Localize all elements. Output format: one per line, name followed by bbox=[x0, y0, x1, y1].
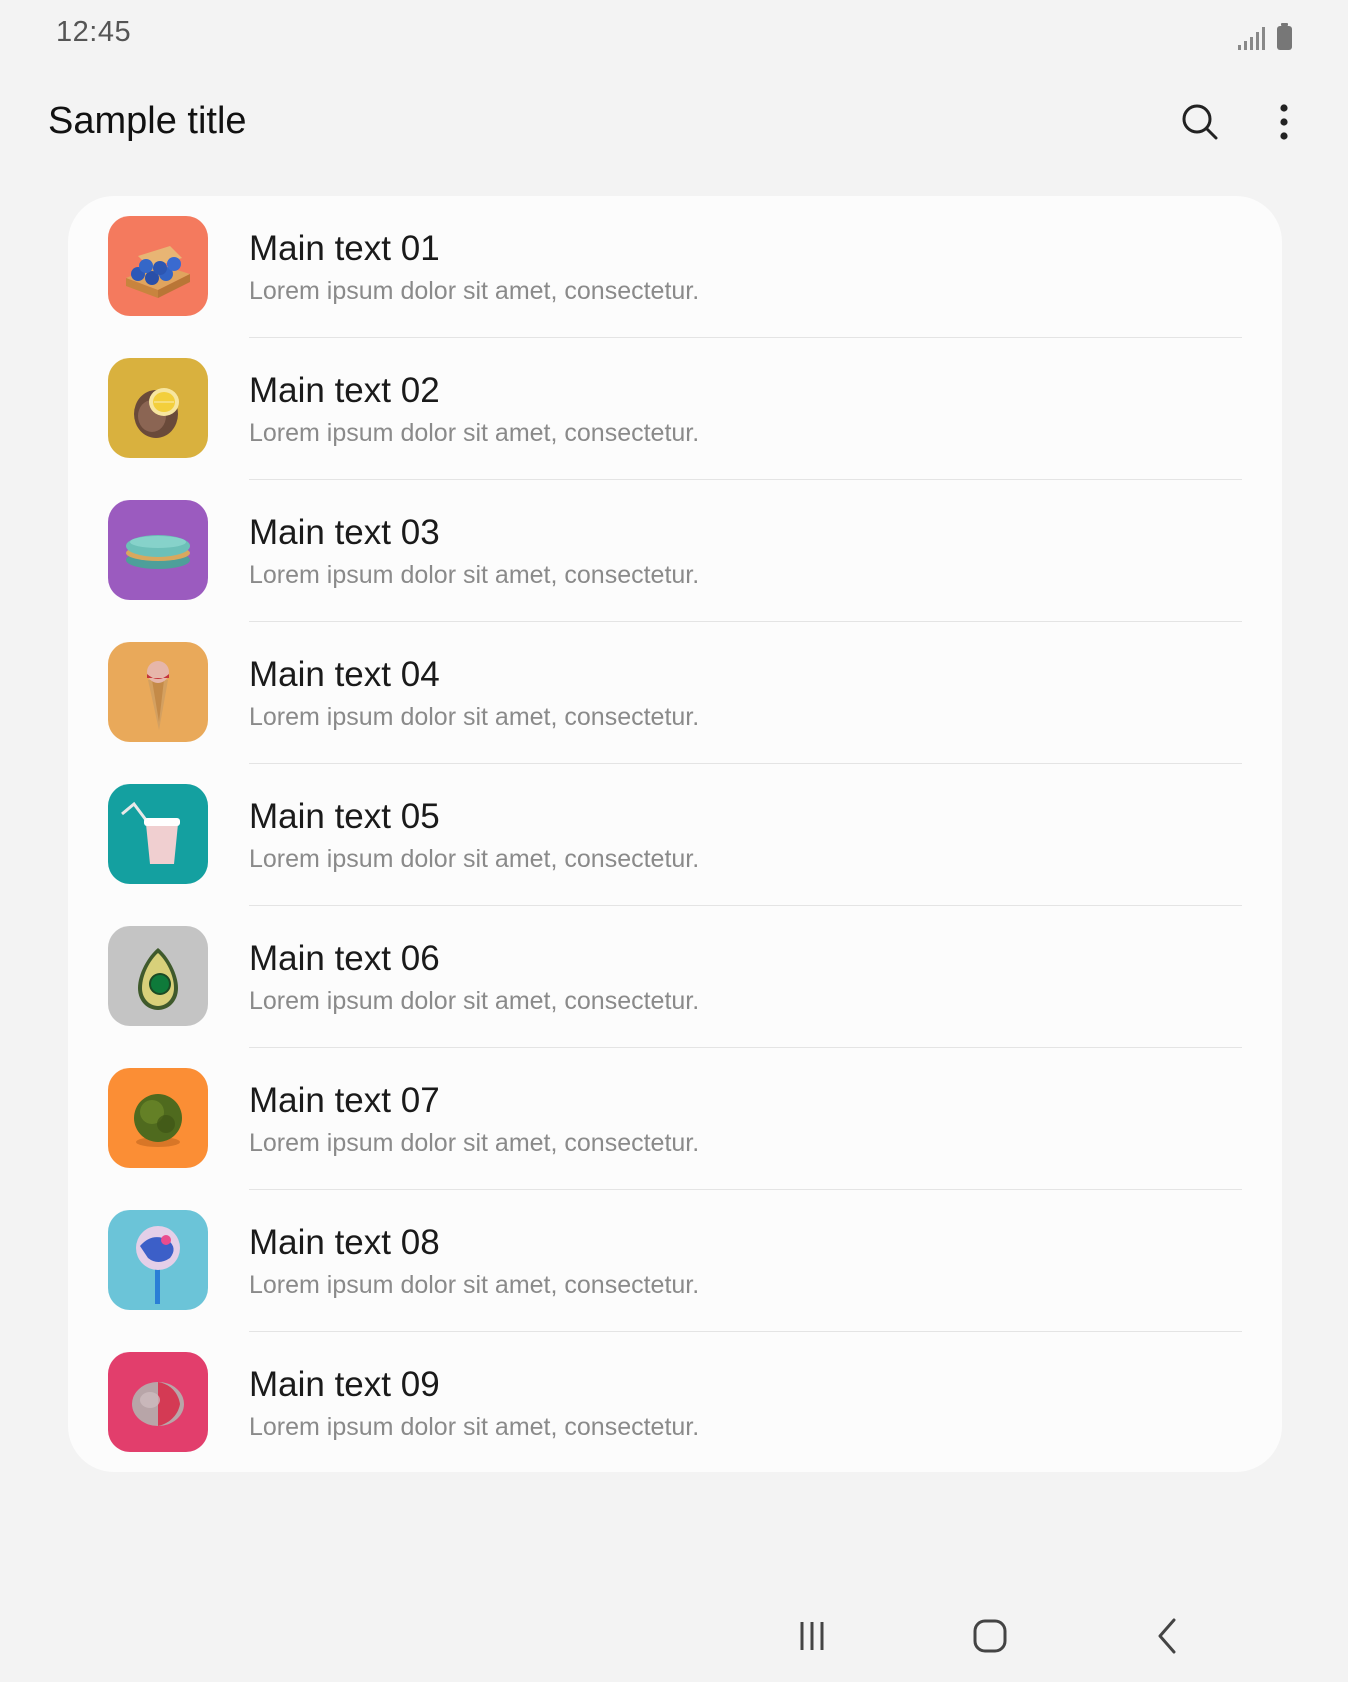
list-item-sub-text: Lorem ipsum dolor sit amet, consectetur. bbox=[249, 1129, 700, 1157]
thumbnail-lemon bbox=[108, 358, 208, 458]
list-item-main-text: Main text 08 bbox=[249, 1223, 440, 1262]
list-item[interactable]: Main text 07 Lorem ipsum dolor sit amet,… bbox=[68, 1048, 1282, 1190]
thumbnail-stone bbox=[108, 1352, 208, 1452]
list-item[interactable]: Main text 05 Lorem ipsum dolor sit amet,… bbox=[68, 764, 1282, 906]
list-item[interactable]: Main text 06 Lorem ipsum dolor sit amet,… bbox=[68, 906, 1282, 1048]
thumbnail-egg-carton bbox=[108, 216, 208, 316]
list-item[interactable]: Main text 03 Lorem ipsum dolor sit amet,… bbox=[68, 480, 1282, 622]
list-card: Main text 01 Lorem ipsum dolor sit amet,… bbox=[68, 196, 1282, 1472]
signal-icon bbox=[1238, 26, 1265, 50]
list-item-sub-text: Lorem ipsum dolor sit amet, consectetur. bbox=[249, 419, 700, 447]
status-icons bbox=[1238, 20, 1292, 50]
more-vert-icon[interactable] bbox=[1260, 98, 1308, 146]
list-item-sub-text: Lorem ipsum dolor sit amet, consectetur. bbox=[249, 1271, 700, 1299]
list-item-sub-text: Lorem ipsum dolor sit amet, consectetur. bbox=[249, 1413, 700, 1441]
list-item-main-text: Main text 05 bbox=[249, 797, 440, 836]
list-item-main-text: Main text 09 bbox=[249, 1365, 440, 1404]
back-icon[interactable] bbox=[1136, 1604, 1200, 1668]
thumbnail-avocado bbox=[108, 926, 208, 1026]
thumbnail-cup bbox=[108, 784, 208, 884]
battery-icon bbox=[1277, 23, 1292, 50]
list-item-sub-text: Lorem ipsum dolor sit amet, consectetur. bbox=[249, 561, 700, 589]
list-item[interactable]: Main text 01 Lorem ipsum dolor sit amet,… bbox=[68, 196, 1282, 338]
list-item-main-text: Main text 03 bbox=[249, 513, 440, 552]
status-bar: 12:45 bbox=[0, 0, 1348, 70]
list-item-sub-text: Lorem ipsum dolor sit amet, consectetur. bbox=[249, 845, 700, 873]
list-item[interactable]: Main text 02 Lorem ipsum dolor sit amet,… bbox=[68, 338, 1282, 480]
app-bar: Sample title bbox=[0, 80, 1348, 170]
thumbnail-ice-cream bbox=[108, 642, 208, 742]
list-item[interactable]: Main text 08 Lorem ipsum dolor sit amet,… bbox=[68, 1190, 1282, 1332]
thumbnail-moss-ball bbox=[108, 1068, 208, 1168]
search-icon[interactable] bbox=[1176, 98, 1224, 146]
list-item-main-text: Main text 06 bbox=[249, 939, 440, 978]
list-item[interactable]: Main text 09 Lorem ipsum dolor sit amet,… bbox=[68, 1332, 1282, 1472]
status-time: 12:45 bbox=[56, 16, 132, 48]
page-title: Sample title bbox=[48, 100, 247, 142]
list-item-sub-text: Lorem ipsum dolor sit amet, consectetur. bbox=[249, 987, 700, 1015]
list-item-main-text: Main text 04 bbox=[249, 655, 440, 694]
thumbnail-macaron bbox=[108, 500, 208, 600]
app-actions bbox=[1176, 98, 1308, 146]
list-item-main-text: Main text 07 bbox=[249, 1081, 440, 1120]
list-item-sub-text: Lorem ipsum dolor sit amet, consectetur. bbox=[249, 703, 700, 731]
recents-icon[interactable] bbox=[780, 1604, 844, 1668]
list-item[interactable]: Main text 04 Lorem ipsum dolor sit amet,… bbox=[68, 622, 1282, 764]
list-item-main-text: Main text 01 bbox=[249, 229, 440, 268]
list-item-sub-text: Lorem ipsum dolor sit amet, consectetur. bbox=[249, 277, 700, 305]
thumbnail-lollipop bbox=[108, 1210, 208, 1310]
list-item-main-text: Main text 02 bbox=[249, 371, 440, 410]
navigation-bar bbox=[0, 1590, 1348, 1682]
screen: 12:45 Sample title Main text 01 Lorem ip… bbox=[0, 0, 1348, 1682]
home-icon[interactable] bbox=[958, 1604, 1022, 1668]
